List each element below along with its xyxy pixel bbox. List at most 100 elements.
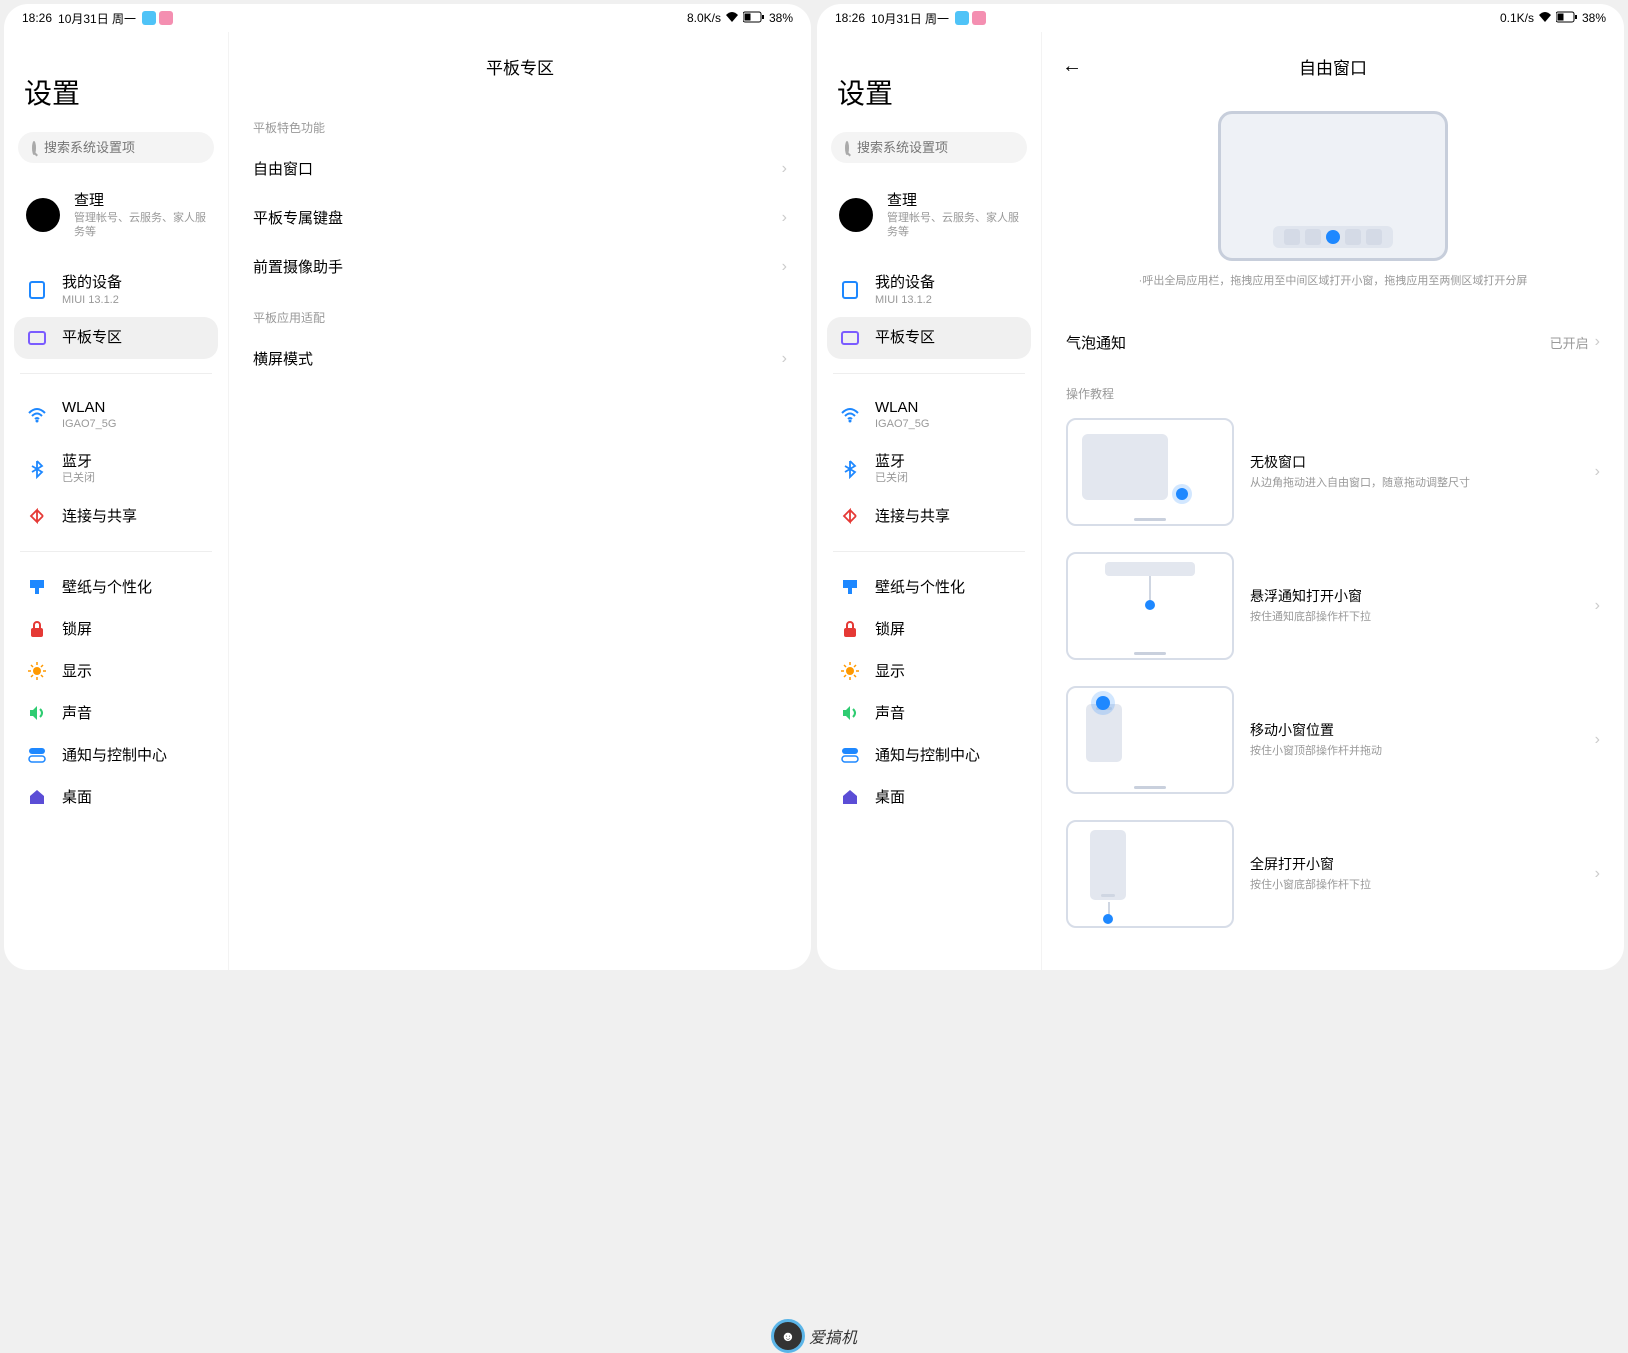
sidebar-item-wlan[interactable]: WLANIGAO7_5G — [827, 388, 1031, 442]
battery-pct: 38% — [1582, 11, 1606, 25]
sidebar-title: 设置 — [14, 32, 218, 132]
sidebar-item-device[interactable]: 我的设备MIUI 13.1.2 — [827, 263, 1031, 317]
tutorial-thumb — [1066, 820, 1234, 928]
status-app-icons — [955, 11, 986, 25]
lock-icon — [839, 618, 861, 640]
wifi-icon — [725, 11, 739, 26]
sidebar-item-tablet[interactable]: 平板专区 — [14, 317, 218, 359]
sidebar-item-lockscreen[interactable]: 锁屏 — [14, 608, 218, 650]
status-date: 10月31日 周一 — [58, 10, 136, 27]
settings-sidebar: 设置 查理 管理帐号、云服务、家人服务等 我的设备MIUI 13.1.2 平板专… — [817, 32, 1042, 970]
bluetooth-icon — [26, 458, 48, 480]
row-camera-assist[interactable]: 前置摄像助手 › — [249, 242, 791, 291]
sidebar-item-wallpaper[interactable]: 壁纸与个性化 — [14, 566, 218, 608]
page-title: 平板专区 — [486, 54, 554, 79]
sidebar-item-lockscreen[interactable]: 锁屏 — [827, 608, 1031, 650]
chevron-right-icon: › — [782, 350, 787, 368]
sidebar-item-display[interactable]: 显示 — [14, 650, 218, 692]
sidebar-item-tablet[interactable]: 平板专区 — [827, 317, 1031, 359]
bluetooth-icon — [839, 458, 861, 480]
sidebar-item-sound[interactable]: 声音 — [827, 692, 1031, 734]
row-free-window[interactable]: 自由窗口 › — [249, 144, 791, 193]
chevron-right-icon: › — [1595, 865, 1600, 883]
wifi-icon — [26, 404, 48, 426]
lock-icon — [26, 618, 48, 640]
account-sub: 管理帐号、云服务、家人服务等 — [74, 211, 206, 240]
tutorial-float-notif[interactable]: 悬浮通知打开小窗 按住通知底部操作杆下拉 › — [1062, 544, 1604, 678]
tutorial-thumb — [1066, 686, 1234, 794]
tutorial-move-window[interactable]: 移动小窗位置 按住小窗顶部操作杆并拖动 › — [1062, 678, 1604, 812]
chevron-right-icon: › — [1595, 597, 1600, 615]
sidebar-item-bluetooth[interactable]: 蓝牙已关闭 — [14, 442, 218, 496]
watermark-text: 爱搞机 — [809, 1324, 857, 1348]
main-panel: 平板专区 平板特色功能 自由窗口 › 平板专属键盘 › 前置摄像助手 › 平板应… — [229, 32, 811, 970]
search-icon — [32, 141, 36, 155]
status-time: 18:26 — [22, 11, 52, 25]
tutorial-thumb — [1066, 418, 1234, 526]
sun-icon — [26, 660, 48, 682]
sidebar-item-sound[interactable]: 声音 — [14, 692, 218, 734]
battery-pct: 38% — [769, 11, 793, 25]
search-icon — [845, 141, 849, 155]
status-bar: 18:26 10月31日 周一 8.0K/s 38% — [4, 4, 811, 32]
row-landscape[interactable]: 横屏模式 › — [249, 334, 791, 383]
section-label: 平板特色功能 — [249, 101, 791, 144]
avatar — [839, 198, 873, 232]
row-bubble-notification[interactable]: 气泡通知 已开启 › — [1062, 318, 1604, 367]
sidebar-item-notification[interactable]: 通知与控制中心 — [827, 734, 1031, 776]
sidebar-item-connection[interactable]: 连接与共享 — [827, 495, 1031, 537]
back-button[interactable]: ← — [1062, 55, 1082, 78]
sidebar-item-notification[interactable]: 通知与控制中心 — [14, 734, 218, 776]
settings-sidebar: 设置 查理 管理帐号、云服务、家人服务等 我的设备MIUI 13.1.2 平板专… — [4, 32, 229, 970]
search-input[interactable] — [44, 140, 220, 155]
net-speed: 8.0K/s — [687, 11, 721, 25]
share-icon — [839, 505, 861, 527]
tablet-icon — [839, 327, 861, 349]
brush-icon — [839, 576, 861, 598]
divider — [20, 373, 212, 374]
screen-left: 18:26 10月31日 周一 8.0K/s 38% 设置 — [4, 4, 811, 970]
sidebar-item-home[interactable]: 桌面 — [14, 776, 218, 818]
tutorial-thumb — [1066, 552, 1234, 660]
wifi-icon — [839, 404, 861, 426]
chevron-right-icon: › — [782, 209, 787, 227]
section-label: 操作教程 — [1062, 367, 1604, 410]
sidebar-item-home[interactable]: 桌面 — [827, 776, 1031, 818]
divider — [833, 551, 1025, 552]
toggle-icon — [839, 744, 861, 766]
chevron-right-icon: › — [1595, 463, 1600, 481]
tutorial-free-window[interactable]: 无极窗口 从边角拖动进入自由窗口，随意拖动调整尺寸 › — [1062, 410, 1604, 544]
sidebar-item-wlan[interactable]: WLANIGAO7_5G — [14, 388, 218, 442]
watermark: ☻ 爱搞机 — [771, 1319, 857, 1353]
divider — [833, 373, 1025, 374]
account-row[interactable]: 查理 管理帐号、云服务、家人服务等 — [827, 181, 1031, 249]
device-icon — [839, 279, 861, 301]
sidebar-item-connection[interactable]: 连接与共享 — [14, 495, 218, 537]
wifi-icon — [1538, 11, 1552, 26]
hero-illustration: ·呼出全局应用栏，拖拽应用至中间区域打开小窗，拖拽应用至两侧区域打开分屏 — [1062, 101, 1604, 298]
sidebar-title: 设置 — [827, 32, 1031, 132]
status-date: 10月31日 周一 — [871, 10, 949, 27]
home-icon — [839, 786, 861, 808]
status-app-icons — [142, 11, 173, 25]
divider — [20, 551, 212, 552]
main-panel: ← 自由窗口 ·呼出全局应用栏，拖拽应用至中间区域打开小窗，拖拽应用至两侧区域打… — [1042, 32, 1624, 970]
tutorial-fullscreen[interactable]: 全屏打开小窗 按住小窗底部操作杆下拉 › — [1062, 812, 1604, 946]
share-icon — [26, 505, 48, 527]
sun-icon — [839, 660, 861, 682]
sidebar-item-display[interactable]: 显示 — [827, 650, 1031, 692]
account-name: 查理 — [74, 191, 206, 211]
avatar — [26, 198, 60, 232]
search-input[interactable] — [857, 140, 1033, 155]
page-header: ← 自由窗口 — [1062, 32, 1604, 101]
chevron-right-icon: › — [782, 258, 787, 276]
account-row[interactable]: 查理 管理帐号、云服务、家人服务等 — [14, 181, 218, 249]
search-box[interactable] — [831, 132, 1027, 163]
screen-right: 18:26 10月31日 周一 0.1K/s 38% 设置 — [817, 4, 1624, 970]
sidebar-item-device[interactable]: 我的设备MIUI 13.1.2 — [14, 263, 218, 317]
tablet-icon — [26, 327, 48, 349]
search-box[interactable] — [18, 132, 214, 163]
sidebar-item-wallpaper[interactable]: 壁纸与个性化 — [827, 566, 1031, 608]
row-keyboard[interactable]: 平板专属键盘 › — [249, 193, 791, 242]
sidebar-item-bluetooth[interactable]: 蓝牙已关闭 — [827, 442, 1031, 496]
